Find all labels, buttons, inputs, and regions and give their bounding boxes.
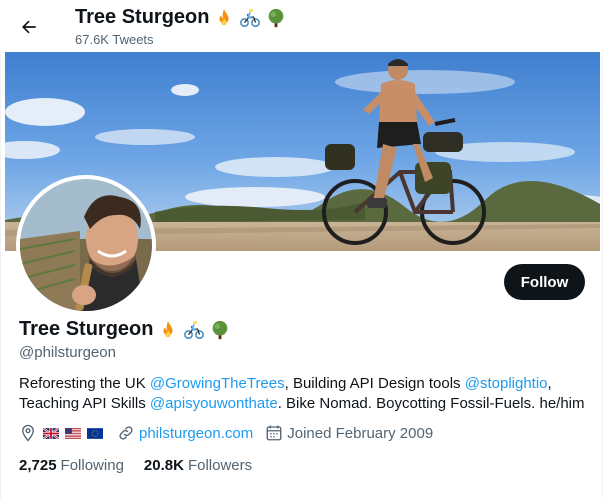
bio-text: . Bike Nomad. Boycotting Fossil-Fuels. h… xyxy=(277,395,585,412)
header-title: Tree Sturgeon xyxy=(75,6,287,29)
header-name: Tree Sturgeon xyxy=(75,6,210,28)
join-date-text: Joined February 2009 xyxy=(287,424,434,442)
profile-bio: Reforesting the UK @GrowingTheTrees, Bui… xyxy=(19,374,589,414)
followers-count: 20.8K xyxy=(143,457,184,474)
follow-button[interactable]: Follow xyxy=(504,264,585,300)
tree-emoji xyxy=(269,8,284,27)
location-pin-icon xyxy=(22,424,34,442)
eu-flag xyxy=(87,427,103,439)
mention-link[interactable]: @GrowingTheTrees xyxy=(150,375,285,392)
cyclist-emoji xyxy=(240,8,261,27)
mention-link[interactable]: @apisyouwonthate xyxy=(150,395,278,412)
fire-emoji xyxy=(219,8,230,25)
bio-text: , xyxy=(547,375,552,392)
user-handle: @philsturgeon xyxy=(19,344,116,361)
location xyxy=(19,424,103,442)
link-icon xyxy=(119,426,133,440)
followers-label: Followers xyxy=(187,457,253,474)
following-count: 2,725 xyxy=(19,457,57,474)
bio-text: , Building API Design tools xyxy=(284,375,465,392)
bio-text: Teaching API Skills xyxy=(19,395,150,412)
bio-text: Reforesting the UK xyxy=(19,375,150,392)
website[interactable]: philsturgeon.com xyxy=(117,424,253,442)
uk-flag xyxy=(43,427,59,439)
cyclist-emoji xyxy=(184,320,205,339)
join-date: Joined February 2009 xyxy=(265,424,433,442)
profile-avatar[interactable] xyxy=(16,175,156,315)
arrow-left-icon xyxy=(22,20,36,34)
tree-emoji xyxy=(213,320,228,339)
profile-meta: philsturgeon.com Joined February 2009 xyxy=(19,424,433,442)
us-flag xyxy=(65,427,81,439)
back-button[interactable] xyxy=(14,12,44,42)
profile-header: Tree Sturgeon 67.6K Tweets xyxy=(0,0,603,52)
website-link[interactable]: philsturgeon.com xyxy=(139,425,253,442)
following-label: Following xyxy=(60,457,124,474)
fire-emoji xyxy=(163,320,174,337)
display-name: Tree Sturgeon xyxy=(19,318,231,341)
follow-stats: 2,725 Following 20.8K Followers xyxy=(19,457,252,474)
mention-link[interactable]: @stoplightio xyxy=(465,375,548,392)
display-name-text: Tree Sturgeon xyxy=(19,318,154,340)
followers-stat[interactable]: 20.8K Followers xyxy=(144,457,252,474)
calendar-icon xyxy=(266,425,282,441)
avatar-image xyxy=(20,179,152,311)
tweet-count: 67.6K Tweets xyxy=(75,32,154,47)
following-stat[interactable]: 2,725 Following xyxy=(19,457,124,474)
